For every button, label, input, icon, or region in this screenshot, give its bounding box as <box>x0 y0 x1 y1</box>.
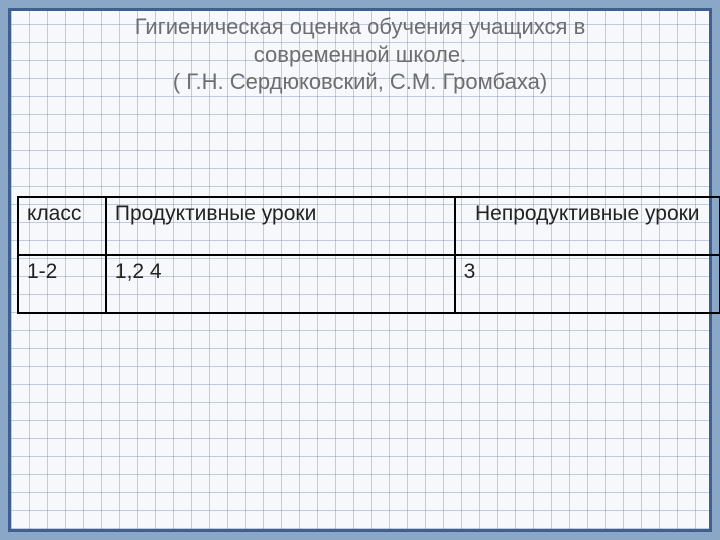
header-unproductive: Непродуктивные уроки <box>455 197 720 255</box>
table-wrapper: класс Продуктивные уроки Непродуктивные … <box>11 196 709 314</box>
cell-class: 1-2 <box>18 255 106 313</box>
lessons-table: класс Продуктивные уроки Непродуктивные … <box>17 196 720 314</box>
header-productive: Продуктивные уроки <box>106 197 455 255</box>
table-header-row: класс Продуктивные уроки Непродуктивные … <box>18 197 720 255</box>
table-row: 1-2 1,2 4 3 <box>18 255 720 313</box>
cell-unproductive: 3 <box>455 255 720 313</box>
title-line-2: современной школе. <box>254 42 466 67</box>
cell-productive: 1,2 4 <box>106 255 455 313</box>
header-class: класс <box>18 197 106 255</box>
slide: Гигиеническая оценка обучения учащихся в… <box>0 0 720 540</box>
slide-title: Гигиеническая оценка обучения учащихся в… <box>11 11 709 96</box>
title-line-3: ( Г.Н. Сердюковский, С.М. Громбаха) <box>173 69 547 94</box>
title-line-1: Гигиеническая оценка обучения учащихся в <box>135 14 586 39</box>
slide-frame: Гигиеническая оценка обучения учащихся в… <box>8 8 712 532</box>
